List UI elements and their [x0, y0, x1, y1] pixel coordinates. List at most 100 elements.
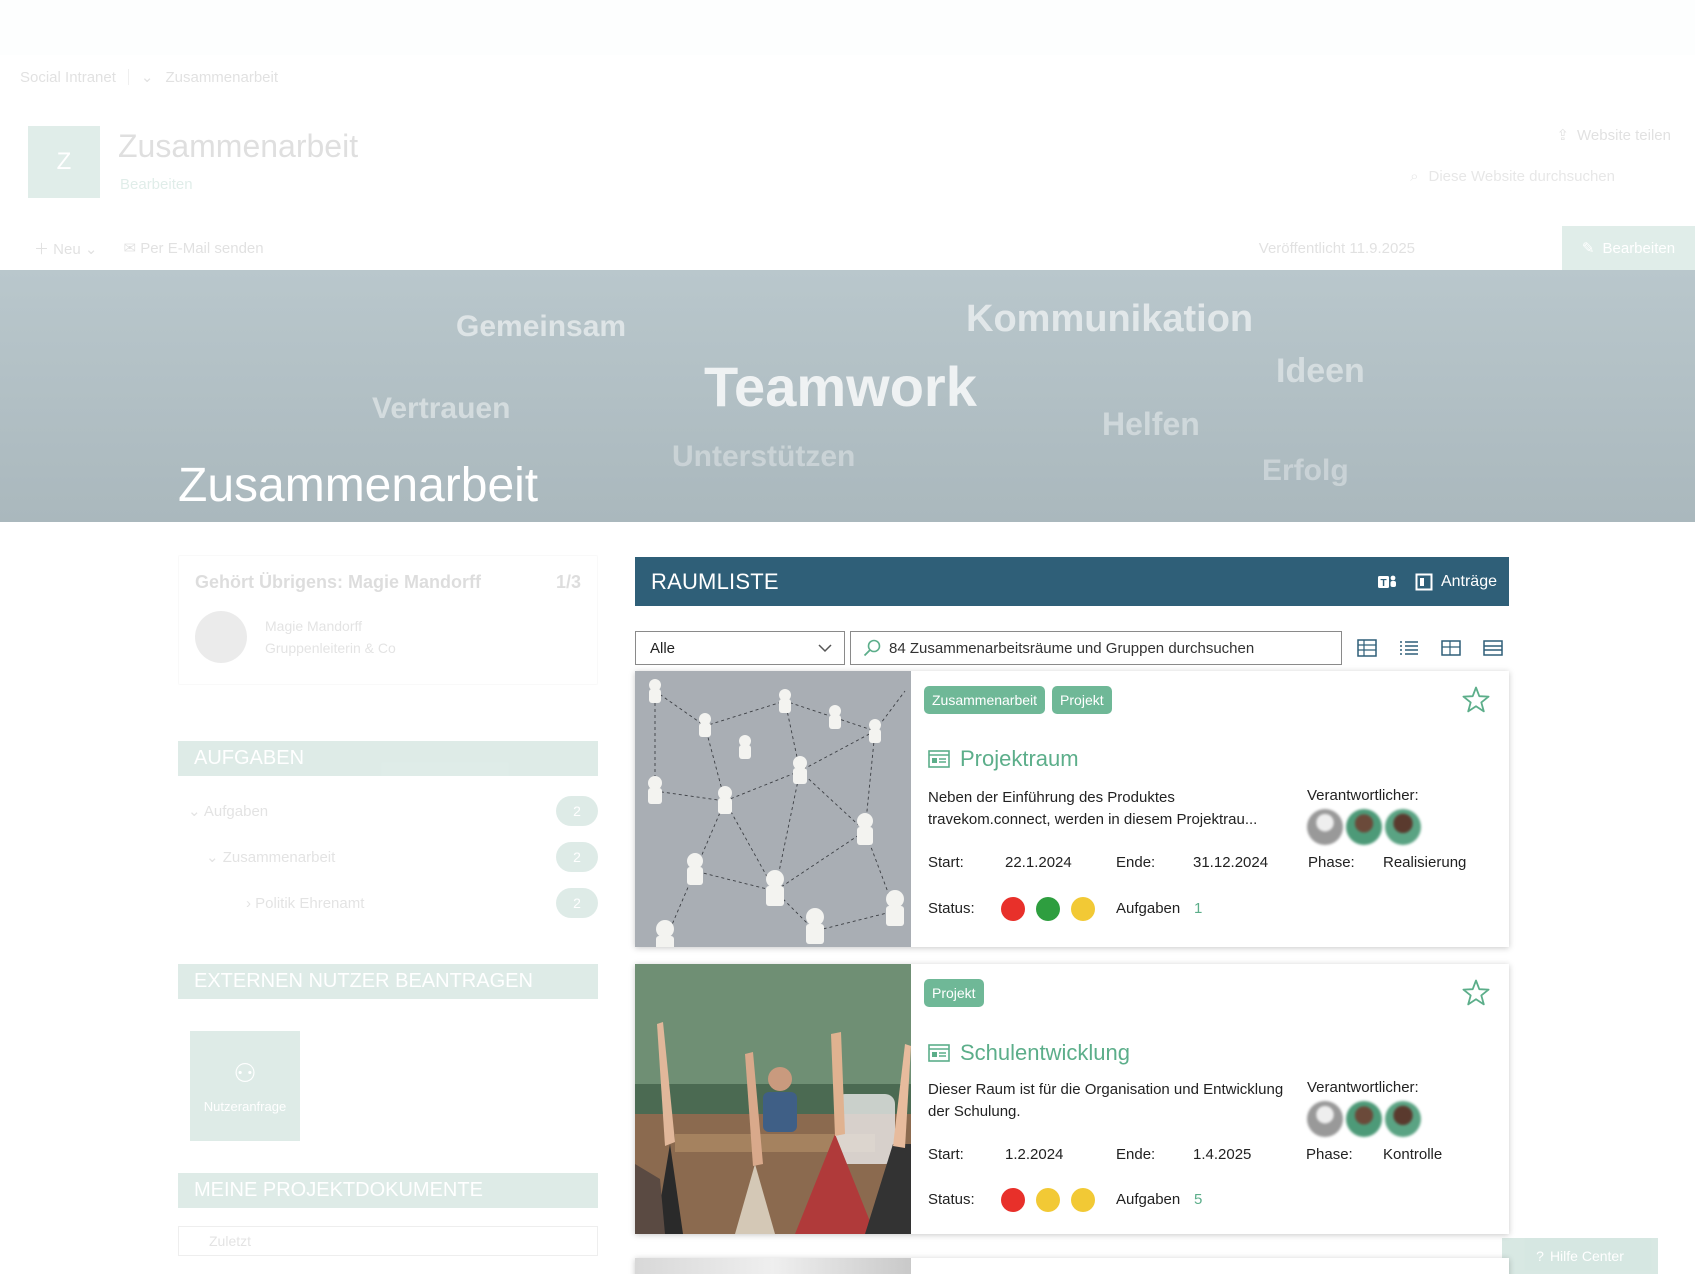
email-button[interactable]: ✉ Per E-Mail senden — [123, 239, 263, 257]
site-edit-link[interactable]: Bearbeiten — [120, 176, 193, 193]
tile-label: Nutzeranfrage — [203, 1099, 287, 1114]
tasks-label: Aufgaben — [1116, 900, 1181, 917]
breadcrumb-separator — [127, 69, 129, 85]
share-label: Website teilen — [1577, 126, 1671, 144]
pencil-icon: ✎ — [1581, 240, 1595, 257]
responsible-avatars — [1307, 809, 1421, 845]
status-dot — [1036, 1188, 1060, 1212]
status-dot — [1071, 897, 1095, 921]
site-title[interactable]: Zusammenarbeit — [118, 128, 358, 165]
user-request-tile[interactable]: ⚇ Nutzeranfrage — [190, 1031, 300, 1141]
responsible-label: Verantwortlicher: — [1307, 787, 1419, 804]
view-switcher — [1355, 636, 1505, 660]
published-date: Veröffentlicht 11.9.2025 — [1258, 240, 1415, 257]
share-site-button[interactable]: ⇪ Website teilen — [1556, 126, 1671, 145]
hero-title: Zusammenarbeit — [178, 459, 539, 512]
antraege-label: Anträge — [1440, 572, 1497, 590]
room-description: Neben der Einführung des Produktes trave… — [928, 789, 1258, 828]
email-label: Per E-Mail senden — [140, 240, 264, 257]
room-card[interactable] — [635, 1258, 1509, 1274]
help-center-button[interactable]: ? Hilfe Center — [1502, 1238, 1658, 1274]
tag[interactable]: Zusammenarbeit — [924, 686, 1046, 714]
raumliste-title: RAUMLISTE — [651, 568, 779, 594]
tree-item[interactable]: ⌄ Zusammenarbeit 2 — [188, 834, 598, 880]
tasks-heading: AUFGABEN — [178, 741, 598, 776]
teams-button[interactable]: T — [1377, 573, 1397, 591]
breadcrumb: Social Intranet ⌄ Zusammenarbeit — [20, 68, 278, 87]
share-icon: ⇪ — [1556, 127, 1570, 144]
room-description: Dieser Raum ist für die Organisation und… — [928, 1081, 1284, 1120]
hero-banner: Gemeinsam Kommunikation Ideen Teamwork V… — [0, 270, 1695, 522]
edit-page-button[interactable]: ✎ Bearbeiten — [1562, 226, 1695, 270]
room-title-link[interactable]: Schulentwicklung — [928, 1040, 1130, 1066]
hero-word: Kommunikation — [966, 298, 1254, 340]
count-badge: 2 — [556, 796, 598, 826]
tag[interactable]: Projekt — [924, 979, 984, 1007]
favorite-star-icon[interactable] — [1461, 685, 1491, 715]
room-title-link[interactable]: Projektraum — [928, 746, 1079, 772]
avatar[interactable] — [1385, 809, 1421, 845]
documents-filter[interactable]: Zuletzt — [178, 1226, 598, 1256]
person-card[interactable]: Gehört Übrigens: Magie Mandorff 1/3 Magi… — [178, 555, 598, 685]
room-card[interactable]: Zusammenarbeit Projekt Projektraum Neben… — [635, 671, 1509, 947]
favorite-star-icon[interactable] — [1461, 978, 1491, 1008]
hero-word: Erfolg — [1262, 454, 1349, 487]
avatar[interactable] — [1307, 809, 1343, 845]
new-label: Neu — [53, 240, 81, 258]
avatar[interactable] — [1346, 1101, 1382, 1137]
raumliste-header: RAUMLISTE T Anträge — [635, 557, 1509, 606]
avatar[interactable] — [1307, 1101, 1343, 1137]
tasks-count-link[interactable]: 1 — [1194, 900, 1202, 917]
tile-view-icon[interactable] — [1355, 636, 1379, 660]
start-label: Start: — [928, 854, 964, 871]
tree-item[interactable]: › Politik Ehrenamt 2 — [188, 880, 598, 926]
project-documents-heading: MEINE PROJEKTDOKUMENTE — [178, 1173, 598, 1208]
tasks-count-link[interactable]: 5 — [1194, 1191, 1202, 1208]
antraege-button[interactable]: Anträge — [1415, 573, 1497, 591]
responsible-avatars — [1307, 1101, 1421, 1137]
room-card[interactable]: Projekt Schulentwicklung Dieser Raum ist… — [635, 964, 1509, 1234]
tag[interactable]: Projekt — [1052, 686, 1112, 714]
tag-list: Projekt — [924, 979, 984, 1007]
tree-item[interactable]: ⌄ Aufgaben 2 — [188, 788, 598, 834]
room-search-input[interactable]: 84 Zusammenarbeitsräume und Gruppen durc… — [850, 631, 1342, 665]
end-date: 31.12.2024 — [1193, 854, 1269, 871]
count-badge: 2 — [556, 888, 598, 918]
status-dot — [1036, 897, 1060, 921]
status-dot — [1071, 1188, 1095, 1212]
end-label: Ende: — [1116, 1146, 1156, 1163]
phase-label: Phase: — [1308, 854, 1355, 871]
count-badge: 2 — [556, 842, 598, 872]
chevron-down-icon[interactable]: ⌄ — [141, 68, 154, 86]
status-dot — [1001, 1188, 1025, 1212]
list-view-icon[interactable] — [1397, 636, 1421, 660]
phase-label: Phase: — [1306, 1146, 1353, 1163]
hero-word: Teamwork — [704, 355, 977, 418]
breadcrumb-current[interactable]: Zusammenarbeit — [165, 69, 278, 86]
tree-label: ⌄ Zusammenarbeit — [206, 849, 336, 866]
hero-word: Ideen — [1276, 352, 1365, 390]
room-image — [635, 1258, 911, 1274]
hero-word: Vertrauen — [372, 392, 511, 425]
card-view-icon[interactable] — [1439, 636, 1463, 660]
site-search[interactable]: ⌕ Diese Website durchsuchen — [1410, 168, 1615, 185]
site-logo[interactable]: Z — [28, 126, 100, 198]
room-status: Status: Aufgaben 5 — [928, 1188, 1488, 1214]
status-dot — [1001, 897, 1025, 921]
new-button[interactable]: ＋ Neu ⌄ — [34, 238, 97, 259]
room-title: Projektraum — [960, 746, 1079, 771]
breadcrumb-root[interactable]: Social Intranet — [20, 69, 116, 86]
avatar[interactable] — [1385, 1101, 1421, 1137]
tag-list: Zusammenarbeit Projekt — [924, 686, 1112, 714]
type-filter-dropdown[interactable]: Alle — [635, 631, 845, 665]
command-bar: ＋ Neu ⌄ ✉ Per E-Mail senden — [0, 226, 1695, 270]
responsible-label: Verantwortlicher: — [1307, 1079, 1419, 1096]
avatar[interactable] — [1346, 809, 1382, 845]
person-name: Magie Mandorff — [265, 618, 363, 634]
phase-value: Kontrolle — [1383, 1146, 1443, 1163]
status-label: Status: — [928, 1191, 975, 1208]
compact-view-icon[interactable] — [1481, 636, 1505, 660]
end-date: 1.4.2025 — [1193, 1146, 1252, 1163]
start-date: 22.1.2024 — [1005, 854, 1072, 871]
teams-icon: T — [1377, 575, 1396, 589]
